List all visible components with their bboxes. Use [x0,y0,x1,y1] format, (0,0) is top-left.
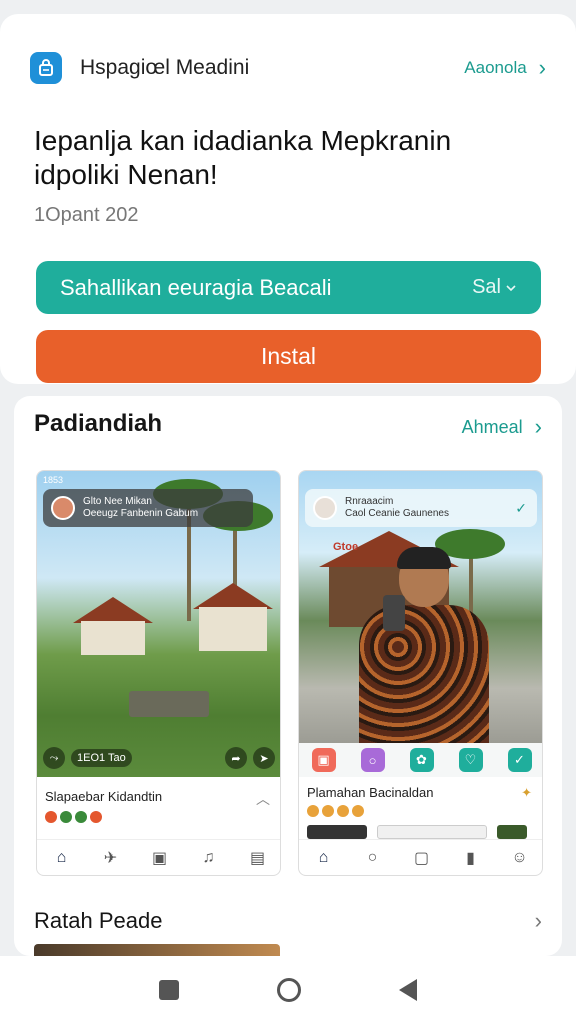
notification-text: Rnraaacim Caol Ceanie Gaunenes [345,496,449,520]
stone-platform [129,691,209,717]
bookmark-icon[interactable]: ▮ [461,848,481,868]
install-button-label: Instal [261,343,316,369]
hair [397,547,451,569]
panel-icon[interactable]: ▤ [248,848,268,868]
house [81,621,145,655]
app-name: Hspagiœl Meadini [80,56,250,79]
home-icon[interactable]: ⌂ [52,848,72,868]
emoji-chip [352,805,364,817]
notification-sub: Caol Ceanie Gaunenes [345,508,449,519]
chevron-up-icon[interactable]: ︿ [256,789,270,809]
chevron-right-icon: › [538,55,546,80]
emoji-chip [307,805,319,817]
profile-icon[interactable]: ☺ [510,848,530,868]
roof [73,597,153,623]
village-photo: 1853 Glto Nee Mikan Oeeugz Fanbenin Gabu… [37,471,280,777]
bag-icon [30,52,62,84]
media-text: 1EO1 Tao [71,749,132,767]
forward-icon[interactable]: ➦ [225,747,247,769]
screenshots-card: Padiandiah Ahmeal › 1853 Glto Nee Mikan … [14,396,562,956]
screenshots-more-link[interactable]: Ahmeal › [462,416,542,438]
thumbnail[interactable] [497,825,527,839]
gift-icon[interactable]: ▣ [150,848,170,868]
emoji-chip [322,805,334,817]
emoji-chip [45,811,57,823]
translate-button-label: Sahallikan eeuragia Beacali [60,274,332,300]
home-indicator [105,875,215,876]
notification-text: Glto Nee Mikan Oeeugz Fanbenin Gabum [83,496,198,520]
app-row: Hspagiœl Meadini Aaonola › [30,52,546,84]
notification-overlay: Rnraaacim Caol Ceanie Gaunenes ✓ [305,489,537,527]
emoji-chips [45,811,102,823]
roof [193,583,273,609]
phone [383,595,405,631]
app-info-link-label: Aaonola [464,58,527,77]
circle-icon[interactable]: ○ [360,748,385,772]
app-info-link[interactable]: Aaonola › [464,57,546,79]
notification-overlay: Glto Nee Mikan Oeeugz Fanbenin Gabum [43,489,253,527]
reaction-icon-row: ▣ ○ ✿ ♡ ✓ [299,743,542,777]
thumbnail[interactable] [307,825,367,839]
tag-label: Gtoe [333,541,359,553]
square-icon[interactable]: ▢ [412,848,432,868]
screenshot-1[interactable]: 1853 Glto Nee Mikan Oeeugz Fanbenin Gabu… [36,470,281,876]
bottom-nav: ⌂ ○ ▢ ▮ ☺ [299,839,542,876]
notification-sub: Oeeugz Fanbenin Gabum [83,508,199,519]
thumbnail-strip [307,825,527,839]
back-triangle-icon[interactable] [399,979,417,1001]
screenshots-title: Padiandiah [34,410,163,437]
selfie-photo: Rnraaacim Caol Ceanie Gaunenes ✓ Gtoe [299,471,542,745]
home-indicator [367,875,477,876]
batik-shirt [359,605,489,745]
shot-caption: Plamahan Bacinaldan [307,785,434,800]
emoji-chip [75,811,87,823]
bottom-nav: ⌂ ✈ ▣ ♫ ▤ [37,839,280,876]
language-label: Sal [472,276,501,298]
avatar [51,496,75,520]
screenshot-2[interactable]: Rnraaacim Caol Ceanie Gaunenes ✓ Gtoe ▣ … [298,470,543,876]
leaf-icon[interactable]: ✿ [409,748,434,772]
rating-preview-image [34,944,280,956]
house [199,607,267,651]
send-icon[interactable]: ➤ [253,747,275,769]
check-icon[interactable]: ✓ [515,500,527,517]
recent-apps-square-icon[interactable] [159,980,179,1000]
send-icon[interactable]: ✈ [101,848,121,868]
image-icon[interactable]: ▣ [311,748,336,772]
status-time: 1853 [43,475,64,485]
rating-section-title: Ratah Peade [34,908,163,933]
notification-title: Glto Nee Mikan [83,496,152,507]
thumbnail[interactable] [377,825,487,839]
shot-caption: Slapaebar Kidandtin [45,789,163,804]
app-header-card: Hspagiœl Meadini Aaonola › Iepanlja kan … [0,14,576,384]
install-button[interactable]: Instal [36,330,541,383]
person [359,547,489,745]
banana-icon: ✦ [521,785,532,800]
emoji-chip [60,811,72,823]
home-icon[interactable]: ⌂ [314,848,334,868]
emoji-chip [90,811,102,823]
chevron-right-icon[interactable]: › [535,908,542,934]
avatar [313,496,337,520]
heart-icon[interactable]: ♡ [458,748,483,772]
notification-title: Rnraaacim [345,496,394,507]
release-date: 1Opant 202 [34,204,139,226]
language-selector[interactable]: Sal [472,276,517,299]
chevron-right-icon: › [534,414,542,439]
translate-button[interactable]: Sahallikan eeuragia Beacali Sal [36,261,541,314]
system-nav-bar [0,956,576,1024]
screenshots-more-label: Ahmeal [461,416,523,437]
share-icon[interactable]: ⤳ [43,747,65,769]
chevron-down-icon [506,284,516,291]
emoji-chips [307,805,364,817]
emoji-chip [337,805,349,817]
check-icon[interactable]: ✓ [507,748,532,772]
headline: Iepanlja kan idadianka Mepkranin idpolik… [34,125,452,190]
bell-icon[interactable]: ♫ [199,848,219,868]
home-circle-icon[interactable] [277,978,301,1002]
media-bar: ⤳ 1EO1 Tao ➦ ➤ [43,745,275,771]
search-icon[interactable]: ○ [363,848,383,868]
